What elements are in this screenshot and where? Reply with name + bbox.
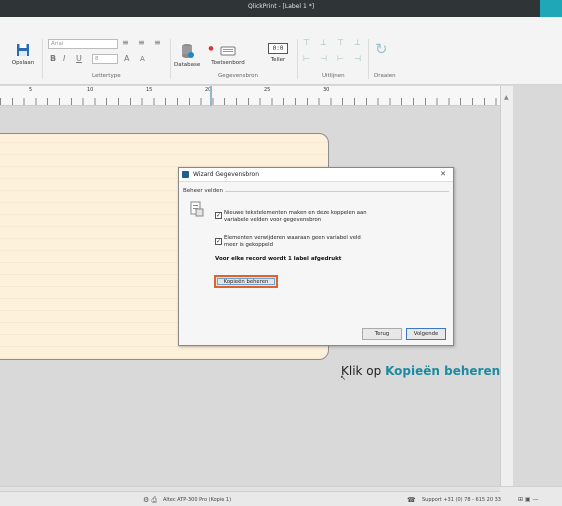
keyboard-label: Toetsenbord bbox=[211, 60, 245, 66]
separator bbox=[170, 39, 171, 79]
save-label: Opslaan bbox=[11, 60, 35, 66]
rotate-icon[interactable]: ↻ bbox=[375, 40, 388, 58]
close-icon[interactable]: ✕ bbox=[440, 170, 446, 178]
database-button[interactable]: Database bbox=[174, 43, 200, 68]
ruler-mark: 10 bbox=[87, 87, 94, 93]
next-button[interactable]: Volgende bbox=[406, 328, 446, 340]
save-button[interactable]: Opslaan bbox=[10, 43, 36, 66]
font-group-label: Lettertype bbox=[92, 73, 121, 79]
create-elements-checkbox[interactable]: ✓ bbox=[215, 212, 222, 219]
instruction-callout: Klik op Kopieën beheren bbox=[341, 364, 500, 378]
align-right-obj-icon[interactable]: ⊢ bbox=[337, 54, 344, 63]
database-icon bbox=[182, 44, 194, 58]
ruler-mark: 25 bbox=[264, 87, 271, 93]
ruler-ticks bbox=[0, 98, 500, 105]
title-bar: QlickPrint - [Label 1 *] bbox=[0, 0, 562, 17]
counter-button[interactable]: 0:0 Teller bbox=[264, 43, 292, 63]
remove-elements-checkbox[interactable]: ✓ bbox=[215, 238, 222, 245]
align-left-icon[interactable]: ≡ bbox=[122, 38, 129, 47]
window-accent bbox=[540, 0, 562, 17]
record-icon: ● bbox=[208, 45, 214, 52]
font-family-select[interactable]: Arial bbox=[48, 39, 118, 49]
fields-icon bbox=[190, 201, 204, 217]
align-bottom-icon[interactable]: ⊤ bbox=[337, 38, 344, 47]
datasource-group-label: Gegevensbron bbox=[218, 73, 258, 79]
database-label: Database bbox=[174, 62, 201, 68]
horizontal-ruler: 5 10 15 20 25 30 bbox=[0, 86, 500, 106]
scroll-up-icon[interactable]: ▲ bbox=[504, 94, 509, 101]
manage-copies-button[interactable]: Kopieën beheren bbox=[214, 275, 278, 288]
mouse-cursor-icon: ↖ bbox=[340, 374, 346, 382]
window-title: QlickPrint - [Label 1 *] bbox=[247, 3, 315, 10]
wizard-dialog: Wizard Gegevensbron ✕ Beheer velden ✓ Ni… bbox=[178, 167, 454, 346]
counter-label: Teller bbox=[270, 57, 286, 63]
remove-elements-text: Elementen verwijderen waaraan geen varia… bbox=[224, 235, 361, 248]
callout-prefix: Klik op bbox=[341, 364, 386, 378]
group-divider bbox=[225, 191, 449, 192]
distribute-v-icon[interactable]: ⊣ bbox=[354, 54, 361, 63]
distribute-h-icon[interactable]: ⊥ bbox=[354, 38, 361, 47]
ruler-mark: 5 bbox=[29, 87, 33, 93]
font-size-select[interactable]: 8 bbox=[92, 54, 118, 64]
separator bbox=[42, 39, 43, 79]
align-center-obj-icon[interactable]: ⊣ bbox=[320, 54, 327, 63]
printer-icon[interactable]: ⚙ ⎙ bbox=[143, 496, 157, 505]
support-phone: Support +31 (0) 78 - 615 20 33 bbox=[422, 497, 501, 503]
dialog-title: Wizard Gegevensbron bbox=[193, 171, 259, 178]
bold-icon[interactable]: B bbox=[50, 54, 56, 63]
separator bbox=[297, 39, 298, 79]
support-icon: ☎ bbox=[407, 496, 416, 504]
ruler-mark: 30 bbox=[323, 87, 330, 93]
ruler-mark: 15 bbox=[146, 87, 153, 93]
callout-highlight: Kopieën beheren bbox=[385, 364, 501, 378]
app-icon bbox=[182, 171, 189, 178]
records-summary: Voor elke record wordt 1 label afgedrukt bbox=[215, 256, 342, 262]
align-middle-icon[interactable]: ⊥ bbox=[320, 38, 327, 47]
grow-font-icon[interactable]: A bbox=[124, 54, 129, 63]
ribbon: Opslaan Arial ≡ ≡ ≡ B I U 8 A A Letterty… bbox=[0, 17, 562, 85]
back-button[interactable]: Terug bbox=[362, 328, 402, 340]
dialog-title-bar: Wizard Gegevensbron ✕ bbox=[179, 168, 453, 182]
ruler-cursor-marker bbox=[210, 86, 212, 106]
align-right-icon[interactable]: ≡ bbox=[154, 38, 161, 47]
underline-icon[interactable]: U bbox=[76, 54, 82, 63]
group-label: Beheer velden bbox=[183, 188, 223, 194]
create-elements-text: Nieuwe tekstelementen maken en deze kopp… bbox=[224, 210, 367, 223]
manage-copies-label: Kopieën beheren bbox=[217, 278, 275, 285]
align-center-icon[interactable]: ≡ bbox=[138, 38, 145, 47]
italic-icon[interactable]: I bbox=[63, 54, 65, 63]
rotate-group-label: Draaien bbox=[374, 73, 396, 79]
view-icons[interactable]: ⊞ ▣ — bbox=[518, 496, 539, 503]
counter-icon: 0:0 bbox=[268, 43, 288, 54]
save-icon bbox=[17, 44, 29, 56]
align-group-label: Uitlijnen bbox=[322, 73, 345, 79]
separator bbox=[368, 39, 369, 79]
horizontal-scrollbar[interactable] bbox=[0, 487, 500, 492]
printer-name[interactable]: Altec ATP-300 Pro (Kopie 1) bbox=[163, 497, 231, 503]
vertical-scrollbar[interactable]: ▲ bbox=[500, 86, 513, 486]
align-top-icon[interactable]: ⊤ bbox=[303, 38, 310, 47]
keyboard-icon bbox=[220, 46, 236, 56]
shrink-font-icon[interactable]: A bbox=[140, 55, 145, 63]
align-left-obj-icon[interactable]: ⊢ bbox=[303, 54, 310, 63]
status-bar: ⚙ ⎙ Altec ATP-300 Pro (Kopie 1) ☎ Suppor… bbox=[0, 486, 562, 506]
